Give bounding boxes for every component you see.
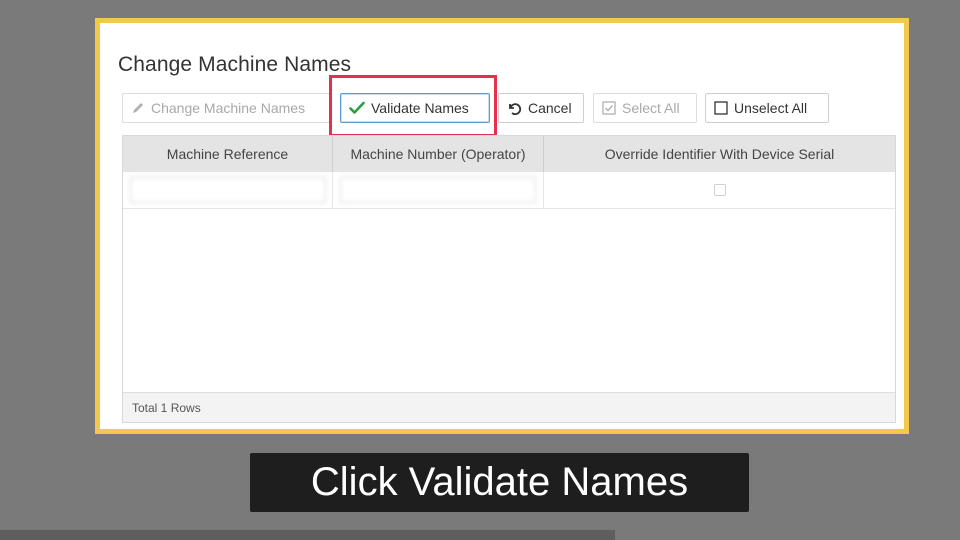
dialog-toolbar: Change Machine Names Validate Names Canc… bbox=[122, 91, 902, 125]
cancel-label: Cancel bbox=[528, 100, 572, 116]
change-machine-names-button[interactable]: Change Machine Names bbox=[122, 93, 330, 123]
undo-icon bbox=[507, 101, 522, 116]
machine-names-grid: Machine Reference Machine Number (Operat… bbox=[122, 135, 896, 423]
change-machine-names-label: Change Machine Names bbox=[151, 100, 306, 116]
table-row bbox=[123, 172, 895, 209]
select-all-label: Select All bbox=[622, 100, 680, 116]
pencil-icon bbox=[131, 101, 145, 115]
grid-footer-row-count: Total 1 Rows bbox=[123, 392, 895, 422]
select-all-button[interactable]: Select All bbox=[593, 93, 697, 123]
change-machine-names-dialog: Change Machine Names Change Machine Name… bbox=[100, 23, 904, 429]
override-identifier-cell bbox=[544, 172, 895, 208]
cancel-button[interactable]: Cancel bbox=[498, 93, 584, 123]
machine-number-cell bbox=[333, 172, 544, 208]
validate-callout-box bbox=[329, 75, 497, 137]
machine-reference-input[interactable] bbox=[129, 177, 326, 203]
focus-highlight-frame: Change Machine Names Change Machine Name… bbox=[95, 18, 909, 434]
column-header-machine-reference[interactable]: Machine Reference bbox=[123, 136, 333, 172]
checked-box-icon bbox=[602, 101, 616, 115]
column-header-machine-number[interactable]: Machine Number (Operator) bbox=[333, 136, 544, 172]
machine-reference-cell bbox=[123, 172, 333, 208]
grid-header: Machine Reference Machine Number (Operat… bbox=[123, 136, 895, 172]
background-taskbar-strip bbox=[0, 530, 615, 540]
instruction-caption: Click Validate Names bbox=[250, 453, 749, 512]
column-header-override-identifier[interactable]: Override Identifier With Device Serial bbox=[544, 136, 895, 172]
unselect-all-label: Unselect All bbox=[734, 100, 808, 116]
unselect-all-button[interactable]: Unselect All bbox=[705, 93, 829, 123]
machine-number-input[interactable] bbox=[340, 177, 536, 203]
override-identifier-checkbox[interactable] bbox=[713, 184, 726, 196]
dialog-title: Change Machine Names bbox=[118, 53, 352, 76]
empty-box-icon bbox=[714, 101, 728, 115]
